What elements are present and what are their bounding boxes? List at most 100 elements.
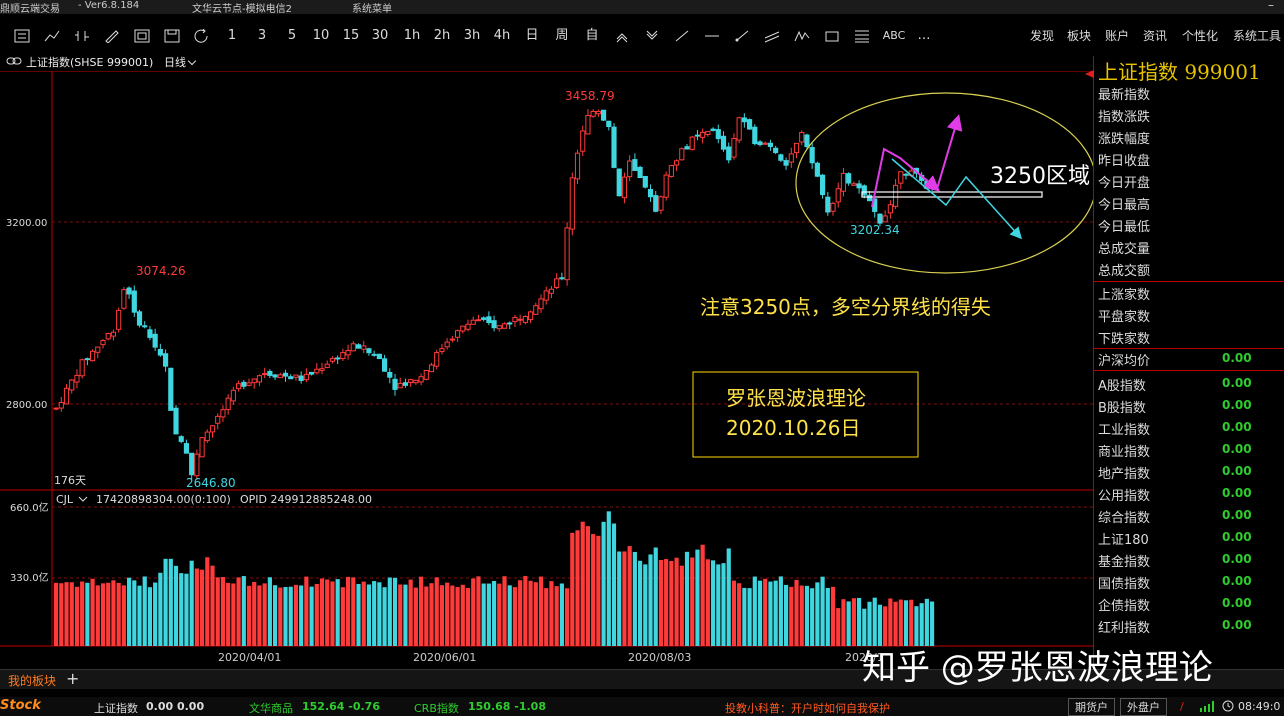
menu-sector[interactable]: 板块 bbox=[1067, 26, 1091, 46]
add-tab-button[interactable]: + bbox=[66, 669, 79, 688]
channel-icon[interactable] bbox=[760, 26, 784, 46]
period-15[interactable]: 15 bbox=[339, 26, 363, 46]
period-30[interactable]: 30 bbox=[368, 26, 392, 46]
text-tool[interactable]: ABC bbox=[880, 26, 908, 46]
refresh-icon[interactable] bbox=[190, 26, 214, 46]
tip-link[interactable]: 投教小科普：开户时如何自我保护 bbox=[725, 700, 890, 716]
period-3[interactable]: 3 bbox=[250, 26, 274, 46]
panel-row[interactable]: 商业指数 0.00 bbox=[1096, 438, 1284, 460]
volume-bar bbox=[262, 583, 267, 646]
candle-body bbox=[199, 437, 205, 458]
period-1h[interactable]: 1h bbox=[400, 26, 424, 46]
panel-row[interactable]: 上证180 0.00 bbox=[1096, 526, 1284, 548]
panel-row[interactable]: 国债指数 0.00 bbox=[1096, 570, 1284, 592]
volume-bar bbox=[784, 584, 789, 646]
volume-bar bbox=[366, 584, 372, 646]
draw-icon[interactable] bbox=[100, 26, 124, 46]
volume-bar bbox=[726, 548, 731, 646]
panel-row[interactable]: B股指数 0.00 bbox=[1096, 394, 1284, 416]
trendline-icon[interactable] bbox=[670, 26, 694, 46]
candle-body bbox=[444, 341, 450, 348]
period-day[interactable]: 日 bbox=[520, 26, 544, 46]
more-button[interactable]: … bbox=[912, 26, 936, 46]
rect-icon[interactable] bbox=[820, 26, 844, 46]
volume-bar bbox=[278, 587, 283, 646]
panel-row[interactable]: 上涨家数 bbox=[1096, 281, 1284, 303]
panel-row[interactable]: 涨跌幅度 bbox=[1096, 125, 1284, 147]
period-5[interactable]: 5 bbox=[280, 26, 304, 46]
menu-account[interactable]: 账户 bbox=[1105, 26, 1129, 46]
panel-row[interactable]: 平盘家数 bbox=[1096, 303, 1284, 325]
panel-row[interactable]: 指数涨跌 bbox=[1096, 103, 1284, 125]
chevron-down-icon[interactable] bbox=[640, 26, 664, 46]
period-1[interactable]: 1 bbox=[220, 26, 244, 46]
list-icon[interactable] bbox=[10, 26, 34, 46]
bar-chart-icon[interactable] bbox=[70, 26, 94, 46]
volume-bar bbox=[325, 579, 330, 646]
panel-row[interactable]: 总成交量 bbox=[1096, 235, 1284, 257]
candle-body bbox=[53, 407, 59, 410]
futures-account-button[interactable]: 期货户 bbox=[1068, 698, 1115, 716]
candle-body bbox=[642, 175, 648, 188]
volume-bar bbox=[450, 585, 455, 646]
period-3h[interactable]: 3h bbox=[460, 26, 484, 46]
chevron-up-icon[interactable] bbox=[610, 26, 634, 46]
volume-header[interactable]: CJL bbox=[56, 493, 74, 506]
panel-row[interactable]: 红利指数 0.00 bbox=[1096, 614, 1284, 636]
period-select[interactable]: 日线 bbox=[164, 54, 197, 70]
tab-my-sector[interactable]: 我的板块 bbox=[8, 672, 56, 689]
panel-row[interactable]: 最新指数 bbox=[1096, 81, 1284, 103]
minimize-button[interactable]: – bbox=[1268, 0, 1274, 12]
menu-news[interactable]: 资讯 bbox=[1143, 26, 1167, 46]
fibonacci-icon[interactable] bbox=[850, 26, 874, 46]
panel-row-value: 0.00 bbox=[1222, 486, 1252, 500]
volume-bar bbox=[492, 581, 497, 646]
candle-body bbox=[887, 204, 893, 214]
panel-row[interactable]: 工业指数 0.00 bbox=[1096, 416, 1284, 438]
collapse-icon[interactable] bbox=[1085, 70, 1094, 78]
panel-row[interactable]: 公用指数 0.00 bbox=[1096, 482, 1284, 504]
panel-row[interactable]: 今日最高 bbox=[1096, 191, 1284, 213]
symbol-label[interactable]: 上证指数(SHSE 999001) bbox=[26, 54, 153, 70]
app-version: - Ver6.8.184 bbox=[78, 0, 140, 11]
menu-system-tools[interactable]: 系统工具 bbox=[1233, 26, 1281, 46]
menu-discover[interactable]: 发现 bbox=[1030, 26, 1054, 46]
candle-body bbox=[804, 134, 810, 147]
volume-bar bbox=[236, 577, 241, 646]
panel-row[interactable]: 企债指数 0.00 bbox=[1096, 592, 1284, 614]
candle-body bbox=[486, 316, 492, 324]
period-10[interactable]: 10 bbox=[309, 26, 333, 46]
panel-row[interactable]: 综合指数 0.00 bbox=[1096, 504, 1284, 526]
panel-row[interactable]: 地产指数 0.00 bbox=[1096, 460, 1284, 482]
menu-personalize[interactable]: 个性化 bbox=[1182, 26, 1218, 46]
panel-row[interactable]: 今日开盘 bbox=[1096, 169, 1284, 191]
candle-body bbox=[882, 215, 888, 223]
panel-row[interactable]: 沪深均价 0.00 bbox=[1096, 347, 1284, 369]
panel-row[interactable]: 基金指数 0.00 bbox=[1096, 548, 1284, 570]
period-week[interactable]: 周 bbox=[550, 26, 574, 46]
volume-bar bbox=[716, 564, 721, 646]
ray-icon[interactable] bbox=[730, 26, 754, 46]
template-icon[interactable] bbox=[130, 26, 154, 46]
panel-row[interactable]: 总成交额 bbox=[1096, 257, 1284, 279]
save-icon[interactable] bbox=[160, 26, 184, 46]
period-custom[interactable]: 自 bbox=[580, 26, 604, 46]
volume-bar bbox=[794, 579, 799, 646]
wave-icon[interactable] bbox=[790, 26, 814, 46]
system-menu[interactable]: 系统菜单 bbox=[352, 0, 392, 15]
panel-row[interactable]: A股指数 0.00 bbox=[1096, 372, 1284, 394]
panel-row[interactable]: 今日最低 bbox=[1096, 213, 1284, 235]
link-icon[interactable] bbox=[6, 54, 22, 67]
hline-icon[interactable] bbox=[700, 26, 724, 46]
candle-body bbox=[225, 397, 231, 410]
panel-row[interactable]: 昨日收盘 bbox=[1096, 147, 1284, 169]
panel-row[interactable]: 下跌家数 bbox=[1096, 325, 1284, 347]
candle-body bbox=[204, 431, 210, 442]
period-2h[interactable]: 2h bbox=[430, 26, 454, 46]
foreign-account-button[interactable]: 外盘户 bbox=[1120, 698, 1167, 716]
candle-body bbox=[95, 346, 101, 353]
volume-bar bbox=[283, 587, 288, 646]
kline-chart[interactable]: 3200.00 2800.00 660.0亿 330.0亿 3458.79 30… bbox=[0, 71, 1093, 669]
period-4h[interactable]: 4h bbox=[490, 26, 514, 46]
line-chart-icon[interactable] bbox=[40, 26, 64, 46]
